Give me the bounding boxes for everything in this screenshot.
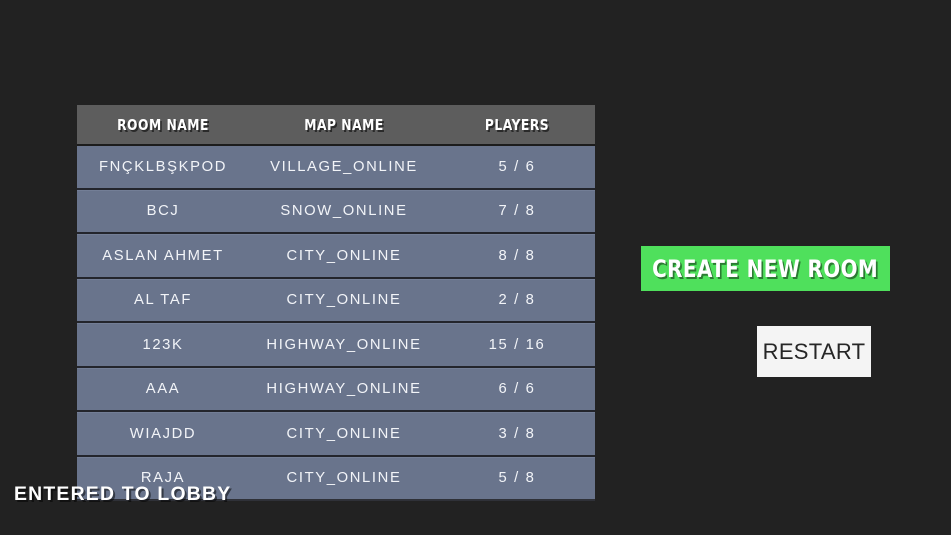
cell-map-name: HIGHWAY_ONLINE (266, 336, 422, 353)
create-new-room-button[interactable]: CREATE NEW ROOM (641, 246, 890, 291)
column-header-room-name: ROOM NAME (117, 115, 209, 134)
cell-map-name: SNOW_ONLINE (280, 203, 408, 220)
cell-players: 5 / 6 (498, 158, 536, 175)
cell-room-name: 123K (142, 336, 184, 353)
table-row[interactable]: 123K HIGHWAY_ONLINE 15 / 16 (77, 323, 595, 368)
column-header-players: PLAYERS (484, 115, 550, 134)
cell-map-name: CITY_ONLINE (286, 470, 402, 487)
cell-room-name: AL TAF (133, 292, 193, 309)
create-new-room-label: CREATE NEW ROOM (652, 254, 879, 283)
cell-map-name: CITY_ONLINE (286, 292, 402, 309)
cell-map-name: CITY_ONLINE (286, 247, 402, 264)
table-row[interactable]: AAA HIGHWAY_ONLINE 6 / 6 (77, 367, 595, 412)
status-message: ENTERED TO LOBBY (14, 484, 232, 505)
cell-players: 7 / 8 (498, 203, 536, 220)
table-row[interactable]: ASLAN AHMET CITY_ONLINE 8 / 8 (77, 234, 595, 279)
restart-button[interactable]: RESTART (757, 326, 871, 377)
table-header-row: ROOM NAME MAP NAME PLAYERS (77, 105, 595, 146)
cell-players: 3 / 8 (498, 425, 536, 442)
table-row[interactable]: AL TAF CITY_ONLINE 2 / 8 (77, 278, 595, 323)
cell-room-name: ASLAN AHMET (102, 247, 224, 264)
cell-players: 6 / 6 (498, 381, 536, 398)
cell-room-name: BCJ (146, 203, 180, 220)
table-row[interactable]: BCJ SNOW_ONLINE 7 / 8 (77, 189, 595, 234)
cell-map-name: HIGHWAY_ONLINE (266, 381, 422, 398)
column-header-map-name: MAP NAME (304, 115, 384, 134)
table-row[interactable]: WIAJDD CITY_ONLINE 3 / 8 (77, 412, 595, 457)
cell-map-name: CITY_ONLINE (286, 425, 402, 442)
cell-room-name: WIAJDD (129, 425, 197, 442)
cell-players: 2 / 8 (498, 292, 536, 309)
cell-room-name: FNÇKLBŞKPOD (98, 158, 228, 175)
cell-room-name: AAA (145, 381, 181, 398)
cell-players: 15 / 16 (488, 336, 546, 353)
table-row[interactable]: FNÇKLBŞKPOD VILLAGE_ONLINE 5 / 6 (77, 146, 595, 190)
lobby-screen: ROOM NAME MAP NAME PLAYERS FNÇKLBŞKPOD V… (0, 0, 951, 535)
cell-players: 8 / 8 (498, 247, 536, 264)
cell-players: 5 / 8 (498, 470, 536, 487)
room-rows-container: FNÇKLBŞKPOD VILLAGE_ONLINE 5 / 6 BCJ SNO… (77, 146, 595, 501)
restart-label: RESTART (762, 338, 866, 364)
cell-map-name: VILLAGE_ONLINE (270, 158, 418, 175)
room-list-table: ROOM NAME MAP NAME PLAYERS FNÇKLBŞKPOD V… (77, 105, 595, 501)
